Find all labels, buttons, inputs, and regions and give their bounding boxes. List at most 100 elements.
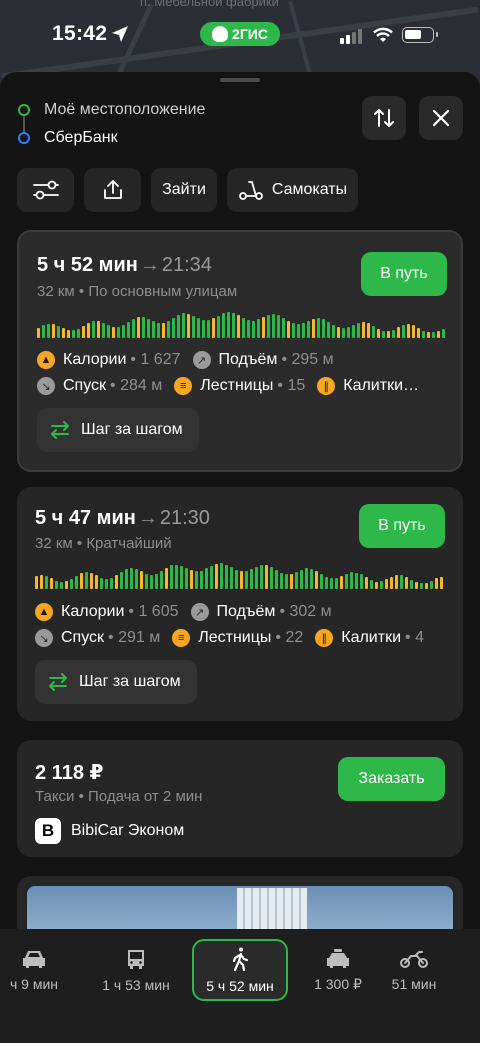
elevation-bar bbox=[122, 325, 125, 338]
swap-route-button[interactable] bbox=[362, 96, 406, 140]
elevation-bar bbox=[67, 330, 70, 338]
mode-motorbike[interactable]: 51 мин bbox=[378, 939, 450, 1001]
elevation-bar bbox=[150, 575, 153, 589]
ascent-icon: ↗ bbox=[192, 351, 211, 369]
elevation-bar bbox=[385, 579, 388, 589]
elevation-bar bbox=[390, 577, 393, 589]
sheet-grabber[interactable] bbox=[220, 78, 260, 82]
location-arrow-icon bbox=[112, 26, 128, 42]
elevation-bar bbox=[412, 325, 415, 338]
elevation-bar bbox=[370, 580, 373, 589]
mode-car[interactable]: ч 9 мин bbox=[0, 939, 82, 1001]
elevation-bar bbox=[142, 317, 145, 338]
step-by-step-button[interactable]: Шаг за шагом bbox=[35, 660, 197, 704]
elevation-bar bbox=[70, 579, 73, 589]
elevation-bar bbox=[227, 312, 230, 338]
close-button[interactable] bbox=[419, 96, 463, 140]
elevation-bar bbox=[97, 321, 100, 338]
elevation-bar bbox=[332, 325, 335, 338]
elevation-bar bbox=[202, 320, 205, 338]
swap-horizontal-icon bbox=[51, 421, 69, 439]
taxi-provider: B BibiCar Эконом bbox=[35, 818, 184, 844]
elevation-profile bbox=[35, 561, 443, 589]
step-by-step-button[interactable]: Шаг за шагом bbox=[37, 408, 199, 452]
route-duration: 5 ч 47 мин → 21:30 bbox=[35, 507, 210, 529]
scooters-button[interactable]: Самокаты bbox=[227, 168, 358, 212]
mode-walk[interactable]: 5 ч 52 мин bbox=[192, 939, 288, 1001]
elevation-bar bbox=[232, 313, 235, 338]
elevation-bar bbox=[57, 326, 60, 338]
elevation-bar bbox=[295, 572, 298, 589]
elevation-bar bbox=[130, 568, 133, 589]
cellular-signal-icon bbox=[340, 29, 362, 44]
route-card[interactable]: 5 ч 47 мин → 21:30 32 км • Кратчайший В … bbox=[17, 487, 463, 721]
elevation-bar bbox=[85, 572, 88, 589]
elevation-bar bbox=[62, 328, 65, 338]
elevation-bar bbox=[280, 573, 283, 589]
elevation-bar bbox=[395, 575, 398, 589]
elevation-bar bbox=[107, 325, 110, 338]
taxi-card[interactable]: 2 118 ₽ Такси • Подача от 2 мин Заказать… bbox=[17, 740, 463, 857]
elevation-bar bbox=[162, 323, 165, 338]
elevation-bar bbox=[160, 571, 163, 589]
elevation-bar bbox=[50, 578, 53, 589]
elevation-bar bbox=[307, 321, 310, 338]
elevation-bar bbox=[262, 317, 265, 338]
elevation-bar bbox=[117, 327, 120, 338]
elevation-bar bbox=[182, 313, 185, 338]
gate-icon: ∥ bbox=[315, 629, 334, 647]
flame-icon: ▲ bbox=[37, 351, 55, 369]
elevation-bar bbox=[367, 323, 370, 338]
elevation-bar bbox=[45, 576, 48, 589]
mode-public-transport[interactable]: 1 ч 53 мин bbox=[90, 939, 182, 1001]
go-button[interactable]: В путь bbox=[361, 252, 447, 296]
elevation-bar bbox=[92, 321, 95, 338]
elevation-bar bbox=[212, 318, 215, 338]
elevation-bar bbox=[397, 327, 400, 338]
elevation-bar bbox=[342, 328, 345, 338]
route-duration: 5 ч 52 мин → 21:34 bbox=[37, 254, 212, 276]
go-button[interactable]: В путь bbox=[359, 504, 445, 548]
elevation-bar bbox=[87, 323, 90, 338]
elevation-bar bbox=[247, 320, 250, 338]
elevation-bar bbox=[320, 574, 323, 589]
stairs-icon: ≡ bbox=[172, 629, 191, 647]
route-sheet: Моё местоположение СберБанк Зайти Самока… bbox=[0, 72, 480, 1043]
elevation-bar bbox=[285, 574, 288, 589]
elevation-bar bbox=[225, 565, 228, 589]
elevation-bar bbox=[435, 578, 438, 589]
app-badge[interactable]: 2ГИС bbox=[200, 22, 280, 46]
elevation-bar bbox=[252, 321, 255, 338]
2gis-logo-icon bbox=[212, 26, 229, 42]
status-time: 15:42 bbox=[52, 22, 108, 45]
taxi-icon bbox=[327, 948, 349, 968]
share-button[interactable] bbox=[84, 168, 141, 212]
elevation-bar bbox=[125, 569, 128, 589]
car-icon bbox=[23, 951, 45, 968]
route-settings-button[interactable] bbox=[17, 168, 74, 212]
elevation-bar bbox=[167, 321, 170, 338]
elevation-bar bbox=[302, 323, 305, 338]
elevation-bar bbox=[387, 331, 390, 338]
elevation-bar bbox=[382, 331, 385, 338]
elevation-bar bbox=[42, 325, 45, 338]
elevation-bar bbox=[337, 327, 340, 338]
mode-taxi[interactable]: 1 300 ₽ bbox=[300, 939, 376, 1001]
sliders-icon bbox=[32, 180, 59, 200]
elevation-bar bbox=[410, 580, 413, 589]
elevation-bar bbox=[137, 317, 140, 338]
elevation-bar bbox=[200, 571, 203, 589]
elevation-bar bbox=[327, 322, 330, 338]
elevation-bar bbox=[192, 316, 195, 338]
elevation-bar bbox=[362, 322, 365, 338]
elevation-bar bbox=[60, 582, 63, 589]
elevation-bar bbox=[157, 323, 160, 338]
motorbike-icon bbox=[400, 951, 428, 968]
login-button[interactable]: Зайти bbox=[151, 168, 217, 212]
route-points: Моё местоположение СберБанк bbox=[18, 96, 205, 152]
route-from[interactable]: Моё местоположение bbox=[18, 96, 205, 124]
route-to[interactable]: СберБанк bbox=[18, 124, 205, 152]
order-taxi-button[interactable]: Заказать bbox=[338, 757, 445, 801]
route-card[interactable]: 5 ч 52 мин → 21:34 32 км • По основным у… bbox=[17, 230, 463, 472]
elevation-bar bbox=[415, 582, 418, 589]
